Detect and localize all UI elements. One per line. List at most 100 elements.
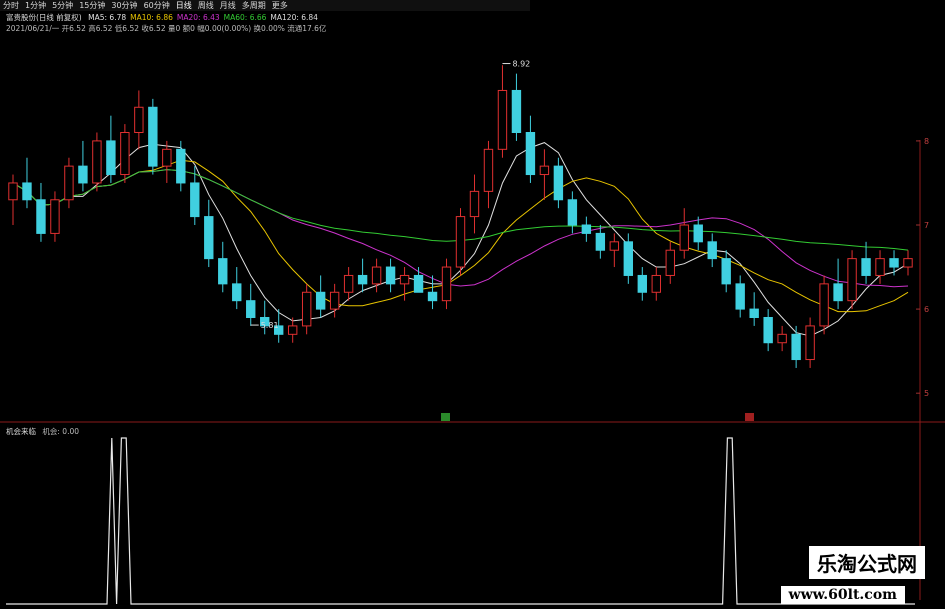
candle-body [623, 241, 634, 276]
candle-body [120, 132, 130, 176]
sub-chart-value: 机会: 0.00 [42, 427, 80, 436]
candle-body [427, 291, 438, 302]
candle-body [441, 266, 452, 302]
period-tab-8[interactable]: 月线 [217, 0, 239, 11]
candle-body [371, 266, 382, 285]
candle[interactable] [92, 132, 102, 192]
candle[interactable] [148, 98, 158, 175]
period-tab-1[interactable]: 1分钟 [22, 0, 49, 11]
candle-body [805, 325, 815, 361]
ma-legend-ma10: MA10: 6.86 [130, 13, 173, 22]
candle-body [861, 258, 871, 276]
candle-body [511, 89, 522, 133]
candle-body [525, 132, 536, 176]
candle-body [651, 274, 661, 293]
watermark-url: www.60lt.com [780, 586, 905, 604]
candle-body [819, 283, 829, 327]
candle-body [903, 258, 913, 268]
candle-body [791, 333, 801, 361]
candle-body [204, 216, 214, 260]
candle-body [36, 199, 46, 234]
stock-name: 富贵股份(日线 前复权) [6, 13, 82, 22]
candle-body [889, 258, 899, 268]
candle-body [287, 325, 298, 335]
candle-body [78, 165, 88, 184]
sub-chart-header: 机会来临 机会: 0.00 [6, 426, 79, 437]
candle-body [497, 89, 508, 150]
candle-body [64, 165, 74, 201]
sub-chart-title: 机会来临 [6, 427, 36, 436]
candle[interactable] [847, 250, 857, 310]
period-tab-9[interactable]: 多周期 [239, 0, 269, 11]
sell-marker [745, 413, 754, 421]
candle-body [8, 182, 18, 201]
ma-legend-ma120: MA120: 6.84 [270, 13, 318, 22]
candle-body [315, 291, 326, 310]
candle-body [246, 300, 256, 319]
candle-body [637, 274, 647, 293]
ma-legend-ma60: MA60: 6.66 [223, 13, 267, 22]
annotation-label: 8.92 [512, 60, 530, 69]
candle-body [595, 232, 606, 251]
quote-line: 2021/06/21/一 开6.52 高6.52 低6.52 收6.52 量0 … [6, 24, 327, 33]
candle-body [847, 258, 857, 302]
candle-body [679, 224, 689, 251]
candle-body [875, 258, 885, 276]
candle[interactable] [819, 275, 829, 335]
watermark-name: 乐淘公式网 [809, 546, 925, 579]
y-tick-label: 6 [924, 305, 929, 314]
candle-body [763, 317, 773, 344]
period-tab-5[interactable]: 60分钟 [141, 0, 173, 11]
candle-body [693, 224, 703, 243]
candle-body [455, 216, 466, 268]
candle-body [106, 140, 116, 176]
candle-body [749, 308, 759, 319]
period-toolbar: 分时 1分钟 5分钟 15分钟 30分钟 60分钟 日线 周线 月线 多周期 更多 [0, 0, 530, 11]
candle-body [735, 283, 745, 310]
period-tab-3[interactable]: 15分钟 [76, 0, 108, 11]
candle-body [218, 258, 228, 285]
candle-body [665, 249, 675, 276]
y-tick-label: 7 [924, 221, 929, 230]
candle-body [22, 182, 32, 201]
annotation-label: 5.81 [261, 321, 279, 330]
candle-body [148, 106, 158, 167]
candle-body [232, 283, 242, 302]
candle-body [707, 241, 717, 260]
candle-body [385, 266, 396, 285]
candle-body [609, 241, 620, 251]
y-tick-label: 5 [924, 389, 929, 398]
period-tab-10[interactable]: 更多 [269, 0, 291, 11]
candle-body [343, 274, 354, 293]
buy-marker [441, 413, 450, 421]
candle-body [567, 199, 578, 226]
candle-body [134, 106, 144, 133]
ma-legend-ma20: MA20: 6.43 [176, 13, 220, 22]
candle[interactable] [455, 208, 466, 276]
candle[interactable] [120, 124, 130, 183]
period-tab-0[interactable]: 分时 [0, 0, 22, 11]
candle-body [399, 274, 410, 285]
y-tick-label: 8 [924, 137, 929, 146]
candle-body [50, 199, 60, 234]
ma-legend-items: MA5: 6.78 MA10: 6.86 MA20: 6.43 MA60: 6.66 M… [88, 13, 322, 22]
candle-body [777, 333, 787, 344]
candle-body [190, 182, 200, 218]
candle-body [162, 148, 172, 167]
candle-body [553, 165, 564, 201]
ma-legend: 富贵股份(日线 前复权) MA5: 6.78 MA10: 6.86 MA20: 6.… [6, 13, 326, 22]
candle-body [539, 165, 550, 176]
candle-body [329, 291, 340, 310]
kline-chart[interactable]: 7 8 6 5 8.92 5.81 [0, 0, 945, 609]
candle-body [469, 190, 480, 218]
period-tab-7[interactable]: 周线 [195, 0, 217, 11]
candle-body [92, 140, 102, 184]
period-tab-4[interactable]: 30分钟 [108, 0, 140, 11]
ma-legend-ma5: MA5: 6.78 [88, 13, 127, 22]
candle-body [357, 274, 368, 285]
candle-body [581, 224, 592, 234]
period-tab-6[interactable]: 日线 [173, 0, 195, 11]
candle-body [301, 291, 312, 327]
period-tab-2[interactable]: 5分钟 [49, 0, 76, 11]
candle-body [721, 258, 731, 285]
